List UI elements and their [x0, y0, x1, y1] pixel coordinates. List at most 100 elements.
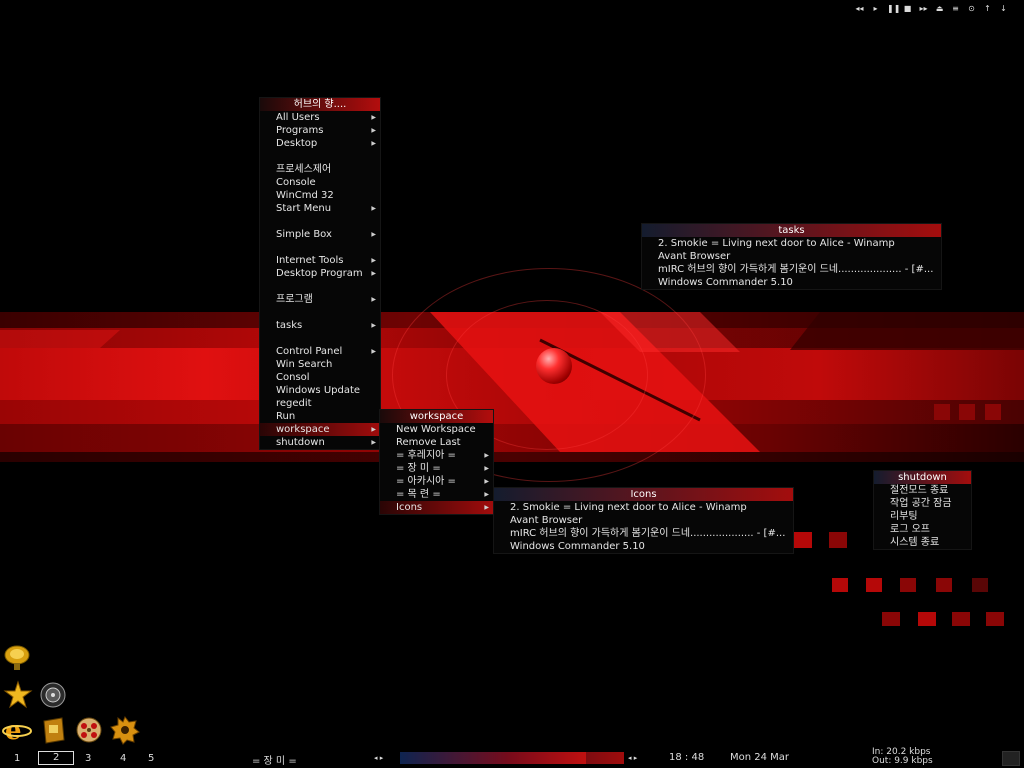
submenu-arrow-icon: ▶ [484, 478, 489, 485]
workspace-menu-item-item[interactable]: = 후레지아 = ▶ [380, 449, 493, 462]
main-menu-item-simple-box[interactable]: Simple Box ▶ [260, 228, 380, 241]
tasks-menu-item-2-smokie-living-next-door-to-alice-winamp[interactable]: 2. Smokie = Living next door to Alice - … [642, 237, 941, 250]
icons-menu: Icons 2. Smokie = Living next door to Al… [493, 487, 794, 554]
film-reel-icon[interactable] [74, 715, 104, 745]
main-menu-item-label: All Users [276, 112, 320, 123]
shutdown-menu-item-item[interactable]: 리부팅 [874, 510, 971, 523]
clock-date: Mon 24 Mar [730, 752, 790, 763]
workspace-menu-item-new-workspace[interactable]: New Workspace [380, 423, 493, 436]
icons-menu-title: Icons [494, 488, 793, 501]
icons-menu-item-windows-commander-5-10[interactable]: Windows Commander 5.10 [494, 540, 793, 553]
tasks-menu: tasks 2. Smokie = Living next door to Al… [641, 223, 942, 290]
main-menu-item-consol[interactable]: Consol [260, 371, 380, 384]
shutdown-menu-item-label: 절전모드 종료 [890, 485, 949, 496]
main-menu-item-start-menu[interactable]: Start Menu ▶ [260, 202, 380, 215]
main-menu-item-label: Windows Update [276, 385, 361, 396]
tasks-menu-item-avant-browser[interactable]: Avant Browser [642, 250, 941, 263]
prev-icon[interactable]: ◂◂ [855, 4, 864, 13]
play-icon[interactable]: ▸ [871, 4, 880, 13]
submenu-arrow-icon: ▶ [371, 322, 376, 329]
submenu-arrow-icon: ▶ [371, 439, 376, 446]
workspace-button-3[interactable]: 3 [85, 753, 91, 764]
main-menu-item-wincmd-32[interactable]: WinCmd 32 [260, 189, 380, 202]
internet-explorer-icon[interactable]: e [2, 715, 32, 745]
main-menu-separator [260, 332, 380, 345]
pause-icon[interactable]: ❚❚ [887, 4, 900, 13]
shutdown-menu-item-item[interactable]: 로그 오프 [874, 523, 971, 536]
workspace-button-5[interactable]: 5 [148, 753, 154, 764]
main-menu-title: 허브의 향.... [260, 98, 380, 111]
icons-menu-item-label: mIRC 허브의 향이 가득하게 봄기운이 드네................… [510, 528, 786, 539]
svg-text:e: e [5, 716, 22, 745]
main-menu-item-shutdown[interactable]: shutdown ▶ [260, 436, 380, 449]
icons-menu-item-label: Windows Commander 5.10 [510, 541, 645, 552]
main-menu-item-console[interactable]: Console [260, 176, 380, 189]
tasks-menu-item-mirc[interactable]: mIRC 허브의 향이 가득하게 봄기운이 드네................… [642, 263, 941, 276]
tray-monitor-icon[interactable] [1002, 751, 1020, 766]
shutdown-menu-item-item[interactable]: 시스템 종료 [874, 536, 971, 549]
main-menu-item-windows-update[interactable]: Windows Update [260, 384, 380, 397]
workspace-menu-item-item[interactable]: = 장 미 = ▶ [380, 462, 493, 475]
main-menu-item-label: 프로그램 [276, 294, 313, 305]
workspace-menu-item-remove-last[interactable]: Remove Last [380, 436, 493, 449]
shutdown-menu-item-label: 리부팅 [890, 511, 918, 522]
main-menu-item-desktop[interactable]: Desktop ▶ [260, 137, 380, 150]
playlist-icon[interactable]: ≡ [951, 4, 960, 13]
speaker-icon[interactable] [38, 680, 68, 710]
eject-icon[interactable]: ⏏ [935, 4, 944, 13]
submenu-arrow-icon: ▶ [484, 452, 489, 459]
stop-icon[interactable]: ■ [903, 4, 912, 13]
workspace-nav-arrows[interactable]: ◂ ▸ [374, 754, 383, 762]
main-menu-item-run[interactable]: Run [260, 410, 380, 423]
icons-menu-item-label: 2. Smokie = Living next door to Alice - … [510, 502, 747, 513]
main-menu-item-item[interactable]: 프로세스제어 [260, 163, 380, 176]
workspace-menu-title: workspace [380, 410, 493, 423]
main-menu-separator [260, 280, 380, 293]
main-menu-item-label: Control Panel [276, 346, 343, 357]
main-menu-item-workspace[interactable]: workspace ▶ [260, 423, 380, 436]
main-menu-item-tasks[interactable]: tasks ▶ [260, 319, 380, 332]
submenu-arrow-icon: ▶ [371, 270, 376, 277]
main-menu-item-desktop-program[interactable]: Desktop Program ▶ [260, 267, 380, 280]
submenu-arrow-icon: ▶ [371, 231, 376, 238]
main-menu-item-win-search[interactable]: Win Search [260, 358, 380, 371]
down-icon[interactable]: ↓ [999, 4, 1008, 13]
workspace-button-2[interactable]: 2 [38, 751, 75, 765]
workspace-button-1[interactable]: 1 [14, 753, 20, 764]
next-icon[interactable]: ▸▸ [919, 4, 928, 13]
main-menu-item-all-users[interactable]: All Users ▶ [260, 111, 380, 124]
main-menu-item-label: Programs [276, 125, 324, 136]
submenu-arrow-icon: ▶ [484, 465, 489, 472]
icons-menu-item-avant-browser[interactable]: Avant Browser [494, 514, 793, 527]
icons-menu-item-mirc[interactable]: mIRC 허브의 향이 가득하게 봄기운이 드네................… [494, 527, 793, 540]
icons-menu-item-2-smokie-living-next-door-to-alice-winamp[interactable]: 2. Smokie = Living next door to Alice - … [494, 501, 793, 514]
media-toolbar: ◂◂ ▸ ❚❚ ■ ▸▸ ⏏ ≡ ⊙ ↑ ↓ [855, 4, 1008, 13]
workspace-menu-item-label: New Workspace [396, 424, 476, 435]
submenu-arrow-icon: ▶ [371, 257, 376, 264]
task-progress-bar[interactable] [400, 752, 624, 764]
main-menu-item-label: tasks [276, 320, 303, 331]
tasks-menu-item-windows-commander-5-10[interactable]: Windows Commander 5.10 [642, 276, 941, 289]
shutdown-menu-item-item[interactable]: 작업 공간 잠금 [874, 497, 971, 510]
main-menu-item-internet-tools[interactable]: Internet Tools ▶ [260, 254, 380, 267]
workspace-menu-item-item[interactable]: = 아카시아 = ▶ [380, 475, 493, 488]
main-menu-item-control-panel[interactable]: Control Panel ▶ [260, 345, 380, 358]
workspace-menu-item-icons[interactable]: Icons ▶ [380, 501, 493, 514]
up-icon[interactable]: ↑ [983, 4, 992, 13]
star-icon[interactable] [3, 680, 33, 710]
satellite-dish-icon[interactable] [2, 642, 32, 672]
submenu-arrow-icon: ▶ [484, 491, 489, 498]
main-menu-item-programs[interactable]: Programs ▶ [260, 124, 380, 137]
options-icon[interactable]: ⊙ [967, 4, 976, 13]
task-nav-arrows[interactable]: ◂ ▸ [628, 754, 637, 762]
shutdown-menu-item-item[interactable]: 절전모드 종료 [874, 484, 971, 497]
workspace-menu-item-label: Remove Last [396, 437, 461, 448]
main-menu-separator [260, 241, 380, 254]
workspace-button-4[interactable]: 4 [120, 753, 126, 764]
main-menu-item-regedit[interactable]: regedit [260, 397, 380, 410]
workspace-menu-item-item[interactable]: = 목 련 = ▶ [380, 488, 493, 501]
main-menu-item-label: shutdown [276, 437, 325, 448]
gear-icon[interactable] [110, 715, 140, 745]
main-menu-item-item[interactable]: 프로그램 ▶ [260, 293, 380, 306]
notebook-icon[interactable] [38, 715, 68, 745]
